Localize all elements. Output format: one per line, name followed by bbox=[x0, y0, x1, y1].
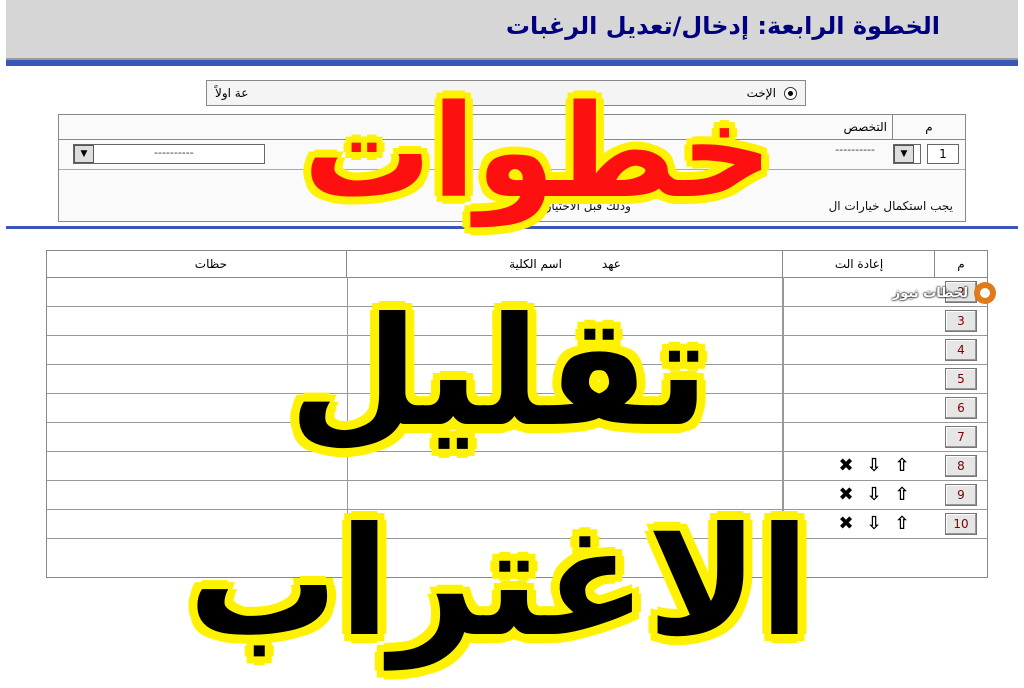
overlay-subtitle: تقليل الاغتراب bbox=[187, 286, 811, 670]
radio-label-second: عة اولاً bbox=[215, 86, 249, 100]
spec-number-select[interactable]: ▼ bbox=[893, 144, 921, 164]
watermark-logo-icon bbox=[974, 282, 996, 304]
spec-row-number: 1 bbox=[927, 144, 959, 164]
spec-select-placeholder-right: ---------- bbox=[835, 143, 875, 156]
spec-col-number: م bbox=[892, 115, 965, 139]
overlay-title: خطوات bbox=[303, 78, 773, 227]
title-bar: الخطوة الرابعة: إدخال/تعديل الرغبات bbox=[6, 0, 1018, 60]
specialization-select[interactable]: ▼ ---------- bbox=[73, 144, 265, 164]
spec-select-placeholder-left: ---------- bbox=[154, 146, 194, 159]
title-divider bbox=[6, 60, 1018, 66]
chevron-down-icon[interactable]: ▼ bbox=[894, 145, 914, 163]
app-window: الخطوة الرابعة: إدخال/تعديل الرغبات الإخ… bbox=[6, 0, 1018, 670]
chevron-down-icon[interactable]: ▼ bbox=[74, 145, 94, 163]
spec-note-right: يجب استكمال خيارات ال bbox=[828, 199, 953, 213]
step-title: الخطوة الرابعة: إدخال/تعديل الرغبات bbox=[505, 12, 940, 40]
